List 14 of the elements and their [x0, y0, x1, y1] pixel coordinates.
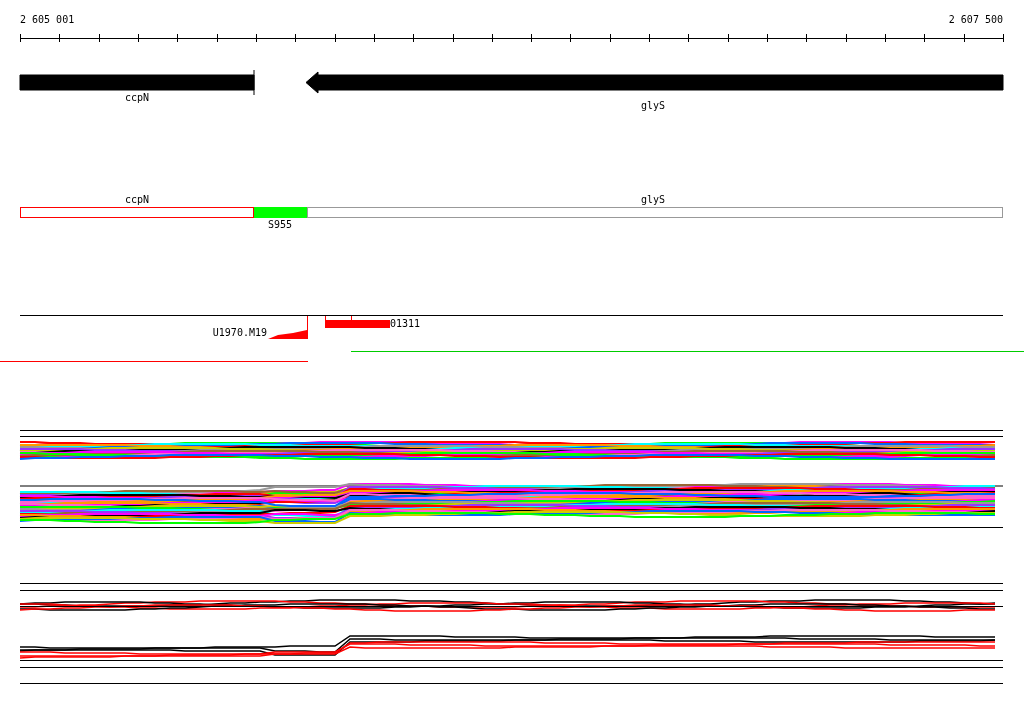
annotation-box[interactable] — [20, 207, 254, 218]
annotation-label: glyS — [640, 194, 666, 205]
ruler-end-label: 2 607 500 — [948, 14, 1003, 25]
annotation-label: S955 — [267, 219, 293, 230]
gene-label: glyS — [640, 100, 666, 111]
annotation-label: ccpN — [124, 194, 150, 205]
gene-label: ccpN — [124, 92, 150, 103]
annotation-box[interactable] — [307, 207, 1003, 218]
gene-arrow[interactable] — [305, 71, 1004, 94]
ruler-start-label: 2 605 001 — [20, 14, 75, 25]
feature-bar[interactable] — [325, 315, 390, 328]
feature-label: U1970.M19 — [212, 327, 267, 338]
feature-label: 01311 — [390, 318, 421, 329]
feature-ramp[interactable] — [268, 316, 308, 339]
